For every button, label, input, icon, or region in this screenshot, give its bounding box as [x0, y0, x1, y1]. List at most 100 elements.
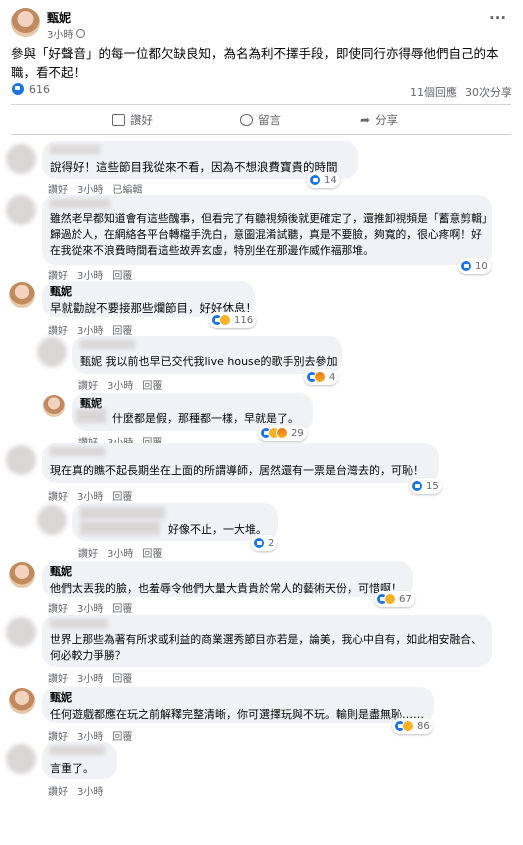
post-likes-count: 616: [29, 82, 50, 96]
comment-meta: 讚好3小時回覆: [48, 267, 141, 282]
comment-text: 世界上那些為著有所求或利益的商業選秀節目亦若是，論美，我心中自有，如此相安融合、…: [50, 633, 482, 662]
post-time: 3小時: [47, 26, 86, 41]
comment-like-link[interactable]: 讚好: [48, 787, 68, 798]
reaction-count[interactable]: 116: [209, 312, 257, 328]
shares-count[interactable]: 30次分享: [465, 84, 512, 100]
comment-like-link[interactable]: 讚好: [78, 549, 98, 560]
comment-meta: 讚好 3小時: [48, 783, 112, 798]
comment-bubble: 甄妮 他們太丟我的臉，也羞辱令他們大量大貴貴於常人的藝術天份，可惜啊！: [42, 561, 413, 597]
blurred-name: [80, 507, 165, 519]
divider: [11, 134, 511, 135]
post-text: 參與「好聲音」的每一位都欠缺良知，為名為利不擇手段，即使同行亦得辱他們自己的本職…: [11, 46, 499, 80]
blurred-name: [80, 340, 135, 349]
share-button-label: 分享: [375, 113, 399, 127]
comments-count[interactable]: 11個回應: [410, 84, 457, 100]
comment-bubble: 雖然老早都知道會有這些醜事，但看完了有聽視頻後就更確定了，還推卸視頻是「蓄意剪輯…: [42, 195, 492, 265]
like-button-label: 讚好: [130, 113, 153, 127]
blurred-avatar: [6, 617, 36, 647]
globe-icon: [76, 29, 86, 38]
reply-link[interactable]: 回覆: [112, 492, 132, 503]
commenter-avatar[interactable]: [9, 282, 35, 308]
comment-meta: 讚好3小時回覆: [48, 728, 141, 743]
reply-link[interactable]: 回覆: [112, 604, 132, 615]
reaction-count[interactable]: 14: [307, 172, 340, 188]
comment-bubble: 言重了。: [42, 742, 117, 779]
comment-time[interactable]: 3小時: [107, 549, 133, 560]
thumbs-up-icon: [112, 114, 125, 126]
angry-reaction-icon: [276, 427, 288, 439]
share-button[interactable]: ➦ 分享: [360, 112, 398, 128]
reaction-count[interactable]: 86: [392, 718, 433, 734]
blurred-avatar: [6, 195, 36, 225]
reaction-count[interactable]: 2: [251, 535, 278, 551]
reply-link[interactable]: 回覆: [112, 732, 132, 743]
comment-meta: 讚好3小時回覆: [48, 322, 141, 337]
reply-link[interactable]: 回覆: [142, 381, 162, 392]
blurred-mention: [76, 409, 106, 423]
comment-bubble: 好像不止，一大堆。: [72, 503, 278, 541]
blurred-avatar: [6, 445, 36, 475]
divider: [11, 104, 511, 105]
commenter-name[interactable]: 甄妮: [50, 284, 247, 300]
more-options-icon[interactable]: ···: [489, 9, 506, 27]
comment-time[interactable]: 3小時: [77, 492, 103, 503]
comment-icon: [240, 114, 253, 126]
sad-reaction-icon: [384, 593, 396, 605]
reaction-count[interactable]: 15: [409, 478, 442, 494]
comment-text: 甄妮 我以前也早已交代我live house的歌手別去參加: [80, 355, 338, 368]
comment-text: 說得好！這些節目我從來不看，因為不想浪費寶貴的時間: [50, 160, 338, 174]
comment-meta: 讚好 3小時回覆: [48, 488, 141, 503]
reaction-count[interactable]: 67: [374, 591, 415, 607]
comment-time[interactable]: 3小時: [77, 604, 103, 615]
commenter-avatar[interactable]: [9, 562, 35, 588]
comment-bubble: 現在真的瞧不起長期坐在上面的所謂導師，居然還有一票是台灣去的，可恥！: [42, 443, 439, 483]
comment-meta: 讚好 3小時回覆: [48, 600, 141, 615]
comment-like-link[interactable]: 讚好: [48, 326, 68, 337]
reply-link[interactable]: 回覆: [112, 674, 132, 685]
reply-link[interactable]: 回覆: [142, 549, 162, 560]
comment-time[interactable]: 3小時: [107, 381, 133, 392]
sad-reaction-icon: [219, 314, 231, 326]
comment-like-link[interactable]: 讚好: [48, 674, 68, 685]
commenter-avatar[interactable]: [43, 395, 65, 417]
comment-time[interactable]: 3小時: [77, 674, 103, 685]
comment-time[interactable]: 3小時: [77, 787, 103, 798]
like-reaction-icon: [11, 82, 25, 96]
share-icon: ➦: [360, 113, 371, 127]
commenter-name[interactable]: 甄妮: [50, 564, 405, 580]
blurred-avatar: [37, 337, 67, 367]
comment-text: 現在真的瞧不起長期坐在上面的所謂導師，居然還有一票是台灣去的，可恥！: [50, 464, 424, 477]
comment-like-link[interactable]: 讚好: [48, 604, 68, 615]
comment-meta: 讚好 3小時回覆: [78, 545, 171, 560]
blurred-name: [50, 619, 108, 628]
blurred-name: [50, 447, 105, 456]
reaction-count[interactable]: 4: [304, 369, 339, 385]
blurred-name: [50, 145, 100, 154]
comment-button[interactable]: 留言: [240, 112, 281, 128]
reaction-count[interactable]: 29: [258, 425, 307, 441]
comment-text: 他們太丟我的臉，也羞辱令他們大量大貴貴於常人的藝術天份，可惜啊！: [50, 582, 402, 595]
comment-text: 雖然老早都知道會有這些醜事，但看完了有聽視頻後就更確定了，還推卸視頻是「蓄意剪輯…: [50, 212, 488, 257]
comment-text: 任何遊戲都應在玩之前解釋完整清晰，你可選擇玩與不玩。輸則是盡無恥……: [50, 708, 424, 721]
comment-meta: 讚好 3小時回覆: [78, 377, 171, 392]
commenter-name[interactable]: 甄妮: [50, 690, 426, 706]
comment-like-link[interactable]: 讚好: [48, 492, 68, 503]
blurred-mention: [80, 521, 160, 535]
blurred-avatar: [37, 505, 67, 535]
comment-meta: 讚好 3小時回覆: [48, 670, 141, 685]
comment-text: 言重了。: [50, 762, 94, 775]
blurred-avatar: [6, 144, 36, 174]
like-reaction-icon: [309, 174, 321, 186]
blurred-avatar: [6, 744, 36, 774]
like-reaction-icon: [253, 537, 265, 549]
comment-button-label: 留言: [258, 113, 281, 127]
post-reactions[interactable]: 616: [11, 82, 50, 96]
comment-bubble: 世界上那些為著有所求或利益的商業選秀節目亦若是，論美，我心中自有，如此相安融合、…: [42, 615, 492, 667]
reaction-count[interactable]: 10: [458, 258, 491, 274]
post-author-name[interactable]: 甄妮: [47, 9, 71, 26]
commenter-avatar[interactable]: [9, 688, 35, 714]
like-button[interactable]: 讚好: [112, 112, 153, 128]
post-author-avatar[interactable]: [11, 8, 40, 37]
post-time-label[interactable]: 3小時: [47, 26, 73, 41]
comment-like-link[interactable]: 讚好: [78, 381, 98, 392]
